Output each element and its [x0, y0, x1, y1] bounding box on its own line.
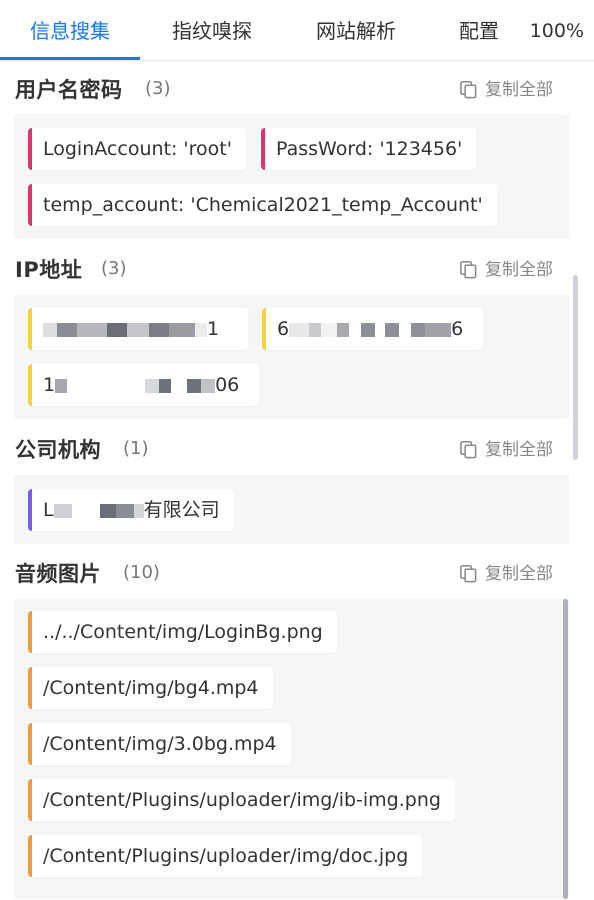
- copy-all-label: 复制全部: [485, 440, 553, 460]
- ip-text-fragment: 1: [207, 318, 220, 340]
- tab-site-parse[interactable]: 网站解析: [286, 0, 426, 61]
- org-text-fragment: 有限公司: [143, 499, 220, 521]
- media-chip[interactable]: /Content/img/3.0bg.mp4: [28, 723, 291, 765]
- section-title: 公司机构: [15, 438, 101, 462]
- copy-all-label: 复制全部: [485, 564, 553, 584]
- media-scrollbar[interactable]: [563, 599, 568, 899]
- section-count: (3): [145, 78, 171, 99]
- organization-panel: L 有限公司: [14, 475, 569, 544]
- media-panel: ../../Content/img/LoginBg.png /Content/i…: [14, 599, 569, 899]
- media-chip[interactable]: /Content/Plugins/uploader/img/doc.jpg: [28, 835, 423, 877]
- copy-icon: [460, 81, 477, 99]
- media-chip[interactable]: /Content/img/bg4.mp4: [28, 667, 273, 709]
- copy-icon: [460, 565, 477, 583]
- credential-chip[interactable]: PassWord: '123456': [261, 128, 477, 170]
- section-count: (1): [123, 438, 149, 459]
- credentials-panel: LoginAccount: 'root' PassWord: '123456' …: [14, 114, 569, 239]
- section-organization: 公司机构 (1) 复制全部 L 有限公司: [0, 421, 580, 544]
- credential-chip[interactable]: LoginAccount: 'root': [28, 128, 246, 170]
- tab-bar: 信息搜集 指纹嗅探 网站解析 配置 100%: [0, 0, 594, 61]
- copy-all-label: 复制全部: [485, 80, 553, 100]
- ip-chip[interactable]: 66: [262, 308, 483, 350]
- ip-text-fragment: 6: [451, 318, 464, 340]
- tab-info-collect[interactable]: 信息搜集: [0, 0, 140, 61]
- copy-all-button[interactable]: 复制全部: [459, 561, 553, 587]
- ip-chip[interactable]: 1: [28, 308, 248, 350]
- zoom-level: 100%: [529, 20, 584, 42]
- content-area: 用户名密码 (3) 复制全部 LoginAccount: 'root' Pass…: [0, 61, 594, 900]
- section-credentials: 用户名密码 (3) 复制全部 LoginAccount: 'root' Pass…: [0, 61, 580, 239]
- section-ip: IP地址 (3) 复制全部 1 66 1 06: [0, 241, 580, 419]
- section-count: (10): [123, 562, 160, 583]
- media-chip[interactable]: /Content/Plugins/uploader/img/ib-img.png: [28, 779, 455, 821]
- organization-chip[interactable]: L 有限公司: [28, 489, 234, 531]
- copy-all-button[interactable]: 复制全部: [459, 77, 553, 103]
- ip-panel: 1 66 1 06: [14, 295, 569, 419]
- section-title: 音频图片: [15, 562, 101, 586]
- section-title: IP地址: [15, 258, 83, 282]
- section-count: (3): [101, 258, 127, 279]
- active-tab-indicator: [0, 57, 140, 60]
- page-scrollbar[interactable]: [573, 275, 578, 460]
- copy-all-button[interactable]: 复制全部: [459, 257, 553, 283]
- ip-text-fragment: 6: [277, 318, 290, 340]
- ip-chip[interactable]: 1 06: [28, 364, 259, 406]
- media-chip[interactable]: ../../Content/img/LoginBg.png: [28, 611, 337, 653]
- credential-chip[interactable]: temp_account: 'Chemical2021_temp_Account…: [28, 184, 497, 226]
- copy-icon: [460, 441, 477, 459]
- tab-fingerprint[interactable]: 指纹嗅探: [142, 0, 282, 61]
- copy-all-button[interactable]: 复制全部: [459, 437, 553, 463]
- section-media: 音频图片 (10) 复制全部 ../../Content/img/LoginBg…: [0, 545, 580, 899]
- ip-text-fragment: 06: [215, 374, 240, 396]
- copy-icon: [460, 261, 477, 279]
- org-text-fragment: L: [43, 499, 54, 521]
- section-title: 用户名密码: [15, 78, 123, 102]
- ip-text-fragment: 1: [43, 374, 56, 396]
- tab-config[interactable]: 配置: [444, 0, 514, 61]
- copy-all-label: 复制全部: [485, 260, 553, 280]
